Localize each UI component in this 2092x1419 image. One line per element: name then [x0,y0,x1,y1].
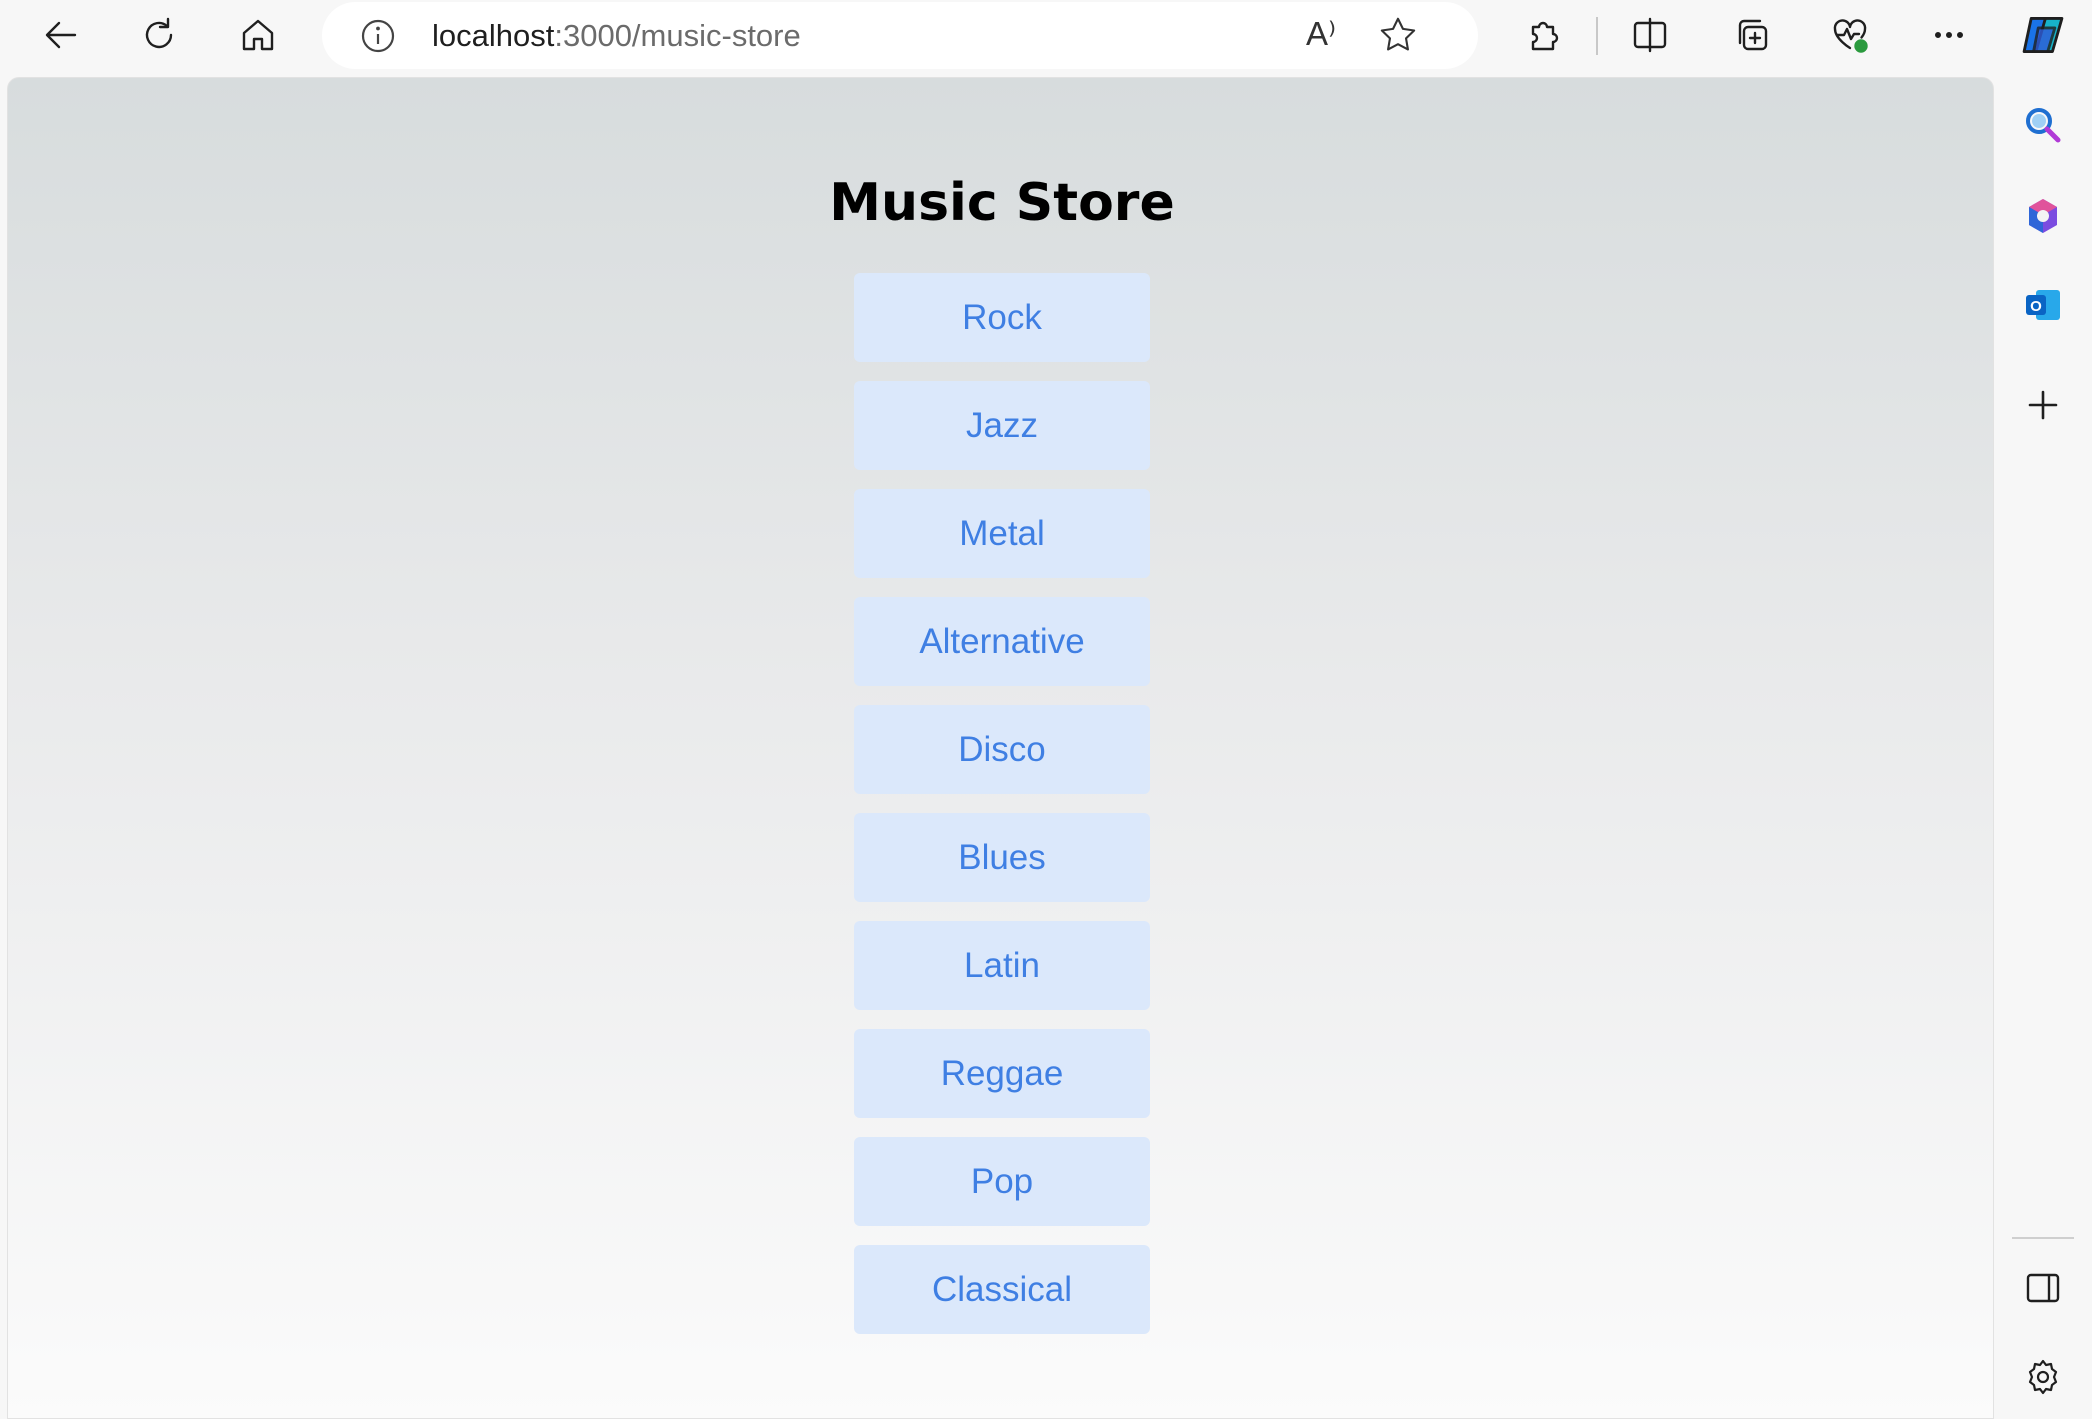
puzzle-icon [1531,21,1559,51]
favorite-button[interactable] [1377,14,1421,58]
toolbar-divider [1596,17,1598,55]
genre-button-metal[interactable]: Metal [854,489,1150,578]
genre-button-rock[interactable]: Rock [854,273,1150,362]
page-viewport: Music Store Rock Jazz Metal Alternative … [7,77,1994,1419]
sidebar-search-button[interactable] [2013,95,2073,155]
sidebar-settings-button[interactable] [2013,1347,2073,1407]
copilot-icon [2022,17,2064,53]
copilot-button[interactable] [2013,5,2073,65]
url-host: localhost [432,18,555,53]
url-text[interactable]: localhost:3000/music-store [432,2,801,69]
split-screen-button[interactable] [1620,5,1680,65]
genre-button-disco[interactable]: Disco [854,705,1150,794]
url-path: :3000/music-store [554,18,801,53]
genre-button-blues[interactable]: Blues [854,813,1150,902]
collections-button[interactable] [1722,5,1782,65]
browser-sidebar: O [1994,77,2092,1419]
sidebar-copilot-button[interactable] [2013,186,2073,246]
outlook-icon: O [2026,290,2060,320]
split-screen-icon [1633,17,1667,53]
plus-icon [2028,390,2058,420]
heart-pulse-icon [1833,19,1868,53]
sidebar-add-button[interactable] [2013,375,2073,435]
gear-icon [2028,1359,2058,1395]
refresh-button[interactable] [130,5,190,65]
refresh-icon [145,17,173,49]
search-icon [2026,108,2061,143]
back-button[interactable] [31,5,91,65]
genre-button-classical[interactable]: Classical [854,1245,1150,1334]
genre-button-reggae[interactable]: Reggae [854,1029,1150,1118]
sidebar-toggle-button[interactable] [2013,1258,2073,1318]
home-button[interactable] [228,5,288,65]
page-title: Music Store [829,173,1175,233]
sidebar-outlook-button[interactable]: O [2013,275,2073,335]
more-options-button[interactable] [1919,5,1979,65]
site-info-button[interactable] [358,16,398,56]
read-aloud-icon[interactable]: A⁾ [1306,14,1336,53]
genre-button-latin[interactable]: Latin [854,921,1150,1010]
genre-button-jazz[interactable]: Jazz [854,381,1150,470]
svg-text:O: O [2030,298,2042,315]
star-icon [1380,17,1416,51]
genre-list: Rock Jazz Metal Alternative Disco Blues … [854,273,1150,1334]
genre-button-pop[interactable]: Pop [854,1137,1150,1226]
m365-icon [2029,199,2057,233]
home-icon [242,19,274,51]
music-store: Music Store Rock Jazz Metal Alternative … [829,168,1175,1334]
browser-toolbar: localhost:3000/music-store A⁾ [0,0,2092,77]
back-arrow-icon [45,21,77,49]
address-bar[interactable]: localhost:3000/music-store A⁾ [322,2,1478,69]
collections-icon [1738,19,1768,51]
sidebar-divider [2012,1237,2074,1239]
sidebar-panel-icon [2026,1273,2060,1303]
more-dots-icon [1934,32,1964,39]
browser-essentials-button[interactable] [1820,5,1880,65]
extensions-button[interactable] [1513,5,1573,65]
info-icon [361,19,395,53]
genre-button-alternative[interactable]: Alternative [854,597,1150,686]
